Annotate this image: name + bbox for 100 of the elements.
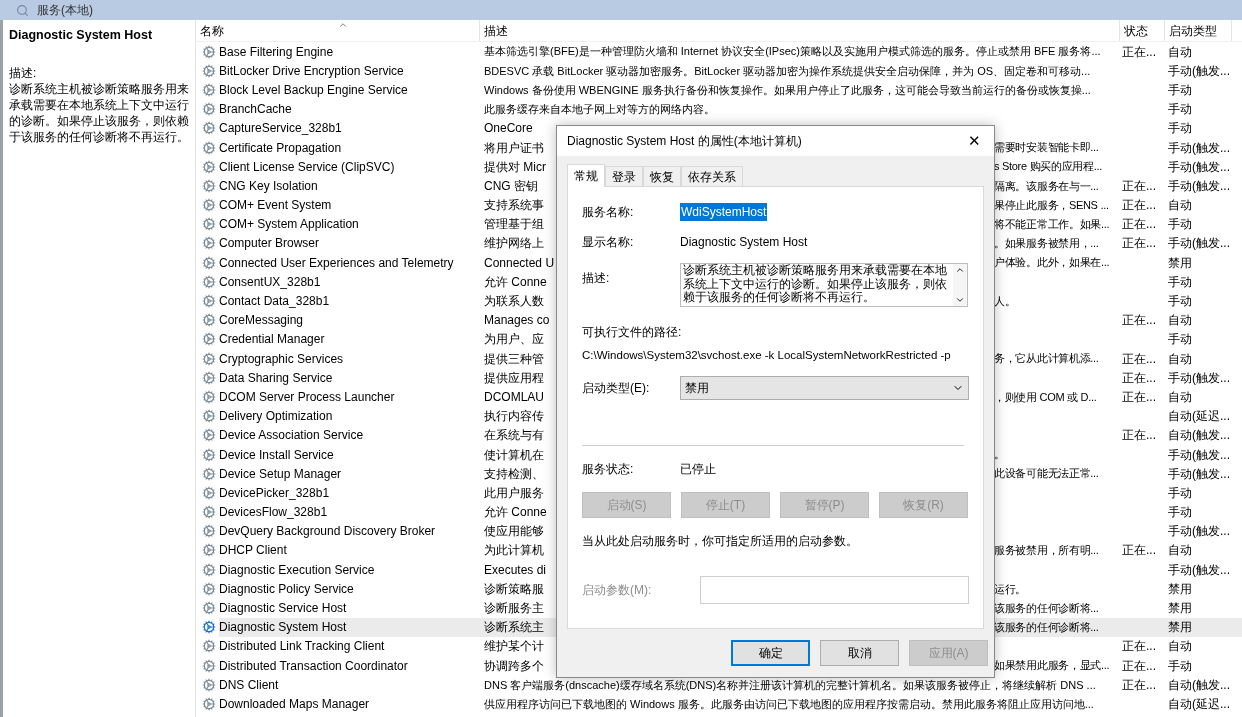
service-status: 正在... — [1121, 388, 1157, 406]
service-name[interactable]: Connected User Experiences and Telemetry — [219, 253, 480, 273]
search-icon — [16, 3, 29, 17]
service-name[interactable]: DNS Client — [219, 675, 480, 695]
service-status: 正在... — [1121, 427, 1157, 445]
field-label: 服务名称: — [582, 204, 635, 221]
close-button[interactable]: ✕ — [962, 129, 986, 153]
service-description: 隔离。该服务在与一... — [994, 178, 1100, 194]
service-name[interactable]: CoreMessaging — [219, 310, 480, 330]
field-label: 启动参数(M): — [582, 582, 653, 600]
service-name[interactable]: Cryptographic Services — [219, 349, 480, 369]
service-name[interactable]: DCOM Server Process Launcher — [219, 387, 480, 407]
gear-icon — [202, 524, 216, 539]
service-description: 果停止此服务，SENS ... — [994, 197, 1110, 213]
service-name[interactable]: Device Association Service — [219, 425, 480, 445]
gear-icon — [202, 351, 216, 366]
service-name[interactable]: Contact Data_328b1 — [219, 291, 480, 311]
service-description: Executes di — [483, 561, 548, 579]
service-status: 正在... — [1121, 235, 1157, 253]
service-description: 将用户证书 — [483, 139, 545, 157]
startup-type-select[interactable]: 禁用 — [680, 376, 969, 401]
gear-icon — [202, 82, 216, 97]
service-name[interactable]: CaptureService_328b1 — [219, 118, 480, 138]
startup-type: 手动(触发... — [1167, 523, 1231, 541]
service-name[interactable]: Diagnostic Execution Service — [219, 560, 480, 580]
service-description: 此设备可能无法正常... — [994, 466, 1100, 482]
service-description: 人。 — [994, 293, 1017, 309]
column-header[interactable]: 状态 — [1120, 20, 1165, 41]
service-description: 。 — [994, 447, 1006, 463]
dialog-tab[interactable]: 恢复 — [643, 166, 681, 186]
service-name[interactable]: Device Install Service — [219, 444, 480, 465]
service-name[interactable]: Diagnostic Service Host — [219, 598, 480, 618]
startup-type: 自动 — [1167, 638, 1193, 656]
service-name[interactable]: Data Sharing Service — [219, 368, 480, 388]
service-name[interactable]: Client License Service (ClipSVC) — [219, 157, 480, 177]
service-description: 执行内容传 — [483, 408, 545, 426]
service-name[interactable]: DevQuery Background Discovery Broker — [219, 521, 480, 541]
gear-icon — [202, 505, 216, 520]
column-header[interactable]: 描述 — [480, 20, 1120, 41]
service-name[interactable]: DevicesFlow_328b1 — [219, 502, 480, 522]
service-description: 在系统与有 — [483, 427, 545, 445]
service-description: 支持系统事 — [483, 197, 545, 215]
service-status: 正在... — [1121, 676, 1157, 694]
service-name[interactable]: Diagnostic Policy Service — [219, 579, 480, 599]
service-description: Windows 备份使用 WBENGINE 服务执行备份和恢复操作。如果用户停止了此服务，这可能会导致当前运行的备份或恢复操... — [483, 82, 1092, 98]
service-name[interactable]: Delivery Optimization — [219, 406, 480, 426]
gear-icon — [202, 294, 216, 309]
service-name[interactable]: Credential Manager — [219, 329, 480, 349]
service-status: 正在... — [1121, 177, 1157, 195]
service-name[interactable]: DHCP Client — [219, 540, 480, 561]
service-name[interactable]: Downloaded Maps Manager — [219, 694, 480, 714]
service-name[interactable]: COM+ Event System — [219, 195, 480, 215]
gear-icon — [202, 370, 216, 385]
service-name[interactable]: Computer Browser — [219, 233, 480, 254]
gear-icon — [202, 485, 216, 500]
service-name[interactable]: COM+ System Application — [219, 214, 480, 234]
startup-type: 手动(触发... — [1167, 158, 1231, 176]
startup-type: 手动 — [1167, 331, 1193, 349]
service-status: 正在... — [1121, 542, 1157, 560]
service-name[interactable]: Device Setup Manager — [219, 464, 480, 484]
scroll-up-icon[interactable] — [955, 265, 965, 275]
service-description: 服务被禁用，所有明... — [994, 543, 1100, 559]
startup-type: 禁用 — [1167, 254, 1193, 272]
dialog-tab[interactable]: 常规 — [567, 164, 605, 187]
startup-type: 手动 — [1167, 81, 1193, 99]
scroll-down-icon[interactable] — [955, 295, 965, 305]
field-label: 显示名称: — [582, 234, 635, 251]
description-box[interactable]: 诊断系统主机被诊断策略服务用来承载需要在本地系统上下文中运行的诊断。如果停止该服务，则依赖于该服务的任何诊断将不再运行。 — [680, 263, 968, 307]
service-name[interactable]: ConsentUX_328b1 — [219, 272, 480, 292]
service-name[interactable]: CNG Key Isolation — [219, 176, 480, 196]
startup-type: 手动 — [1167, 484, 1193, 502]
column-header[interactable]: 启动类型 — [1165, 20, 1232, 41]
startup-type: 手动(触发... — [1167, 369, 1231, 387]
service-name[interactable]: Block Level Backup Engine Service — [219, 80, 480, 100]
service-name[interactable]: BitLocker Drive Encryption Service — [219, 61, 480, 81]
service-description: 为此计算机 — [483, 542, 545, 560]
service-name[interactable]: Certificate Propagation — [219, 137, 480, 158]
service-name[interactable]: BranchCache — [219, 99, 480, 119]
service-name[interactable]: Distributed Transaction Coordinator — [219, 656, 480, 676]
startup-type: 禁用 — [1167, 600, 1193, 618]
startup-type: 自动(延迟... — [1167, 695, 1231, 713]
gear-icon — [202, 447, 216, 462]
dialog-button[interactable]: 确定 — [731, 640, 810, 666]
service-name-value: WdiSystemHost — [680, 203, 768, 221]
service-name[interactable]: Diagnostic System Host — [219, 617, 480, 637]
service-name[interactable]: Distributed Link Tracking Client — [219, 636, 480, 656]
hint-text: 当从此处启动服务时，你可指定所适用的启动参数。 — [582, 533, 859, 551]
dialog-tab[interactable]: 依存关系 — [681, 166, 743, 186]
display-name-value: Diagnostic System Host — [680, 234, 808, 251]
service-name[interactable]: DevicePicker_328b1 — [219, 483, 480, 503]
service-description: 使应用能够 — [483, 523, 545, 541]
dialog-button[interactable]: 取消 — [820, 640, 899, 666]
service-description: ，则使用 COM 或 D... — [994, 389, 1098, 405]
column-header[interactable]: 名称 — [196, 20, 480, 41]
startup-type: 手动(触发... — [1167, 446, 1231, 464]
service-description: 如果禁用此服务，显式... — [994, 658, 1111, 674]
dialog-tab[interactable]: 登录 — [605, 166, 643, 186]
service-description: 运行。 — [994, 581, 1028, 597]
service-name[interactable]: Base Filtering Engine — [219, 42, 480, 62]
service-description: 维护网络上 — [483, 235, 545, 253]
